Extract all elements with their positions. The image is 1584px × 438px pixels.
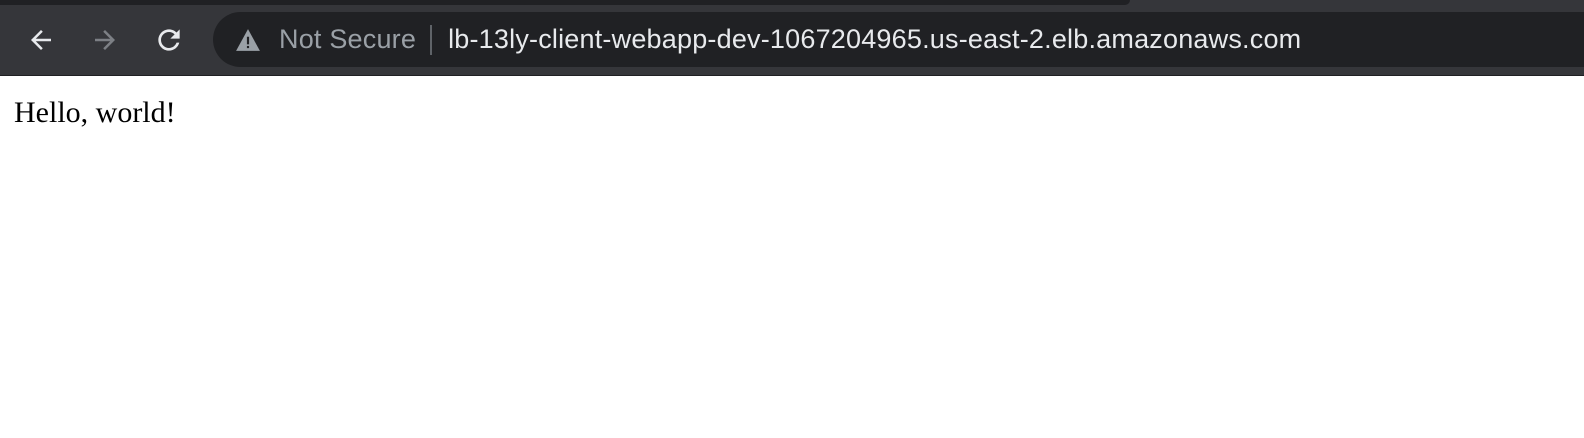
arrow-left-icon (31, 30, 51, 50)
warning-triangle-icon[interactable] (235, 28, 261, 52)
address-bar-divider (430, 24, 433, 55)
url-text[interactable]: lb-13ly-client-webapp-dev-1067204965.us-… (448, 24, 1301, 55)
security-status-label[interactable]: Not Secure (279, 24, 416, 55)
address-bar[interactable]: Not Secure lb-13ly-client-webapp-dev-106… (213, 12, 1584, 67)
tab-strip-edge (0, 0, 1130, 5)
back-button[interactable] (21, 20, 61, 60)
page-body-text: Hello, world! (14, 96, 176, 129)
arrow-right-icon (95, 30, 115, 50)
reload-button[interactable] (149, 20, 189, 60)
browser-toolbar: Not Secure lb-13ly-client-webapp-dev-106… (0, 0, 1584, 76)
forward-button[interactable] (85, 20, 125, 60)
page-content: Hello, world! (0, 76, 1584, 438)
reload-icon (158, 29, 180, 51)
